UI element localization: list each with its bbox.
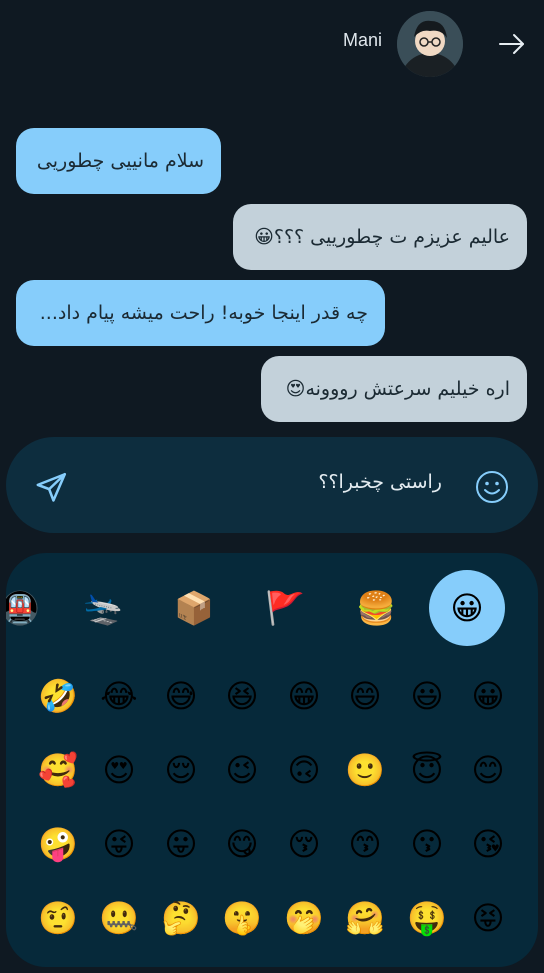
emoji-item[interactable]: 🙂: [339, 744, 391, 796]
smiley-icon: [476, 471, 508, 503]
emoji-category-flags[interactable]: 🚩: [247, 570, 323, 646]
emoji-item[interactable]: 🤫: [216, 892, 268, 944]
emoji-item[interactable]: 😅: [155, 670, 207, 722]
emoji-item[interactable]: 😊: [462, 744, 514, 796]
emoji-item[interactable]: 😗: [401, 818, 453, 870]
send-button[interactable]: [32, 467, 72, 507]
emoji-category-smileys[interactable]: 😀: [429, 570, 505, 646]
back-button[interactable]: [496, 28, 528, 60]
emoji-item[interactable]: 😆: [216, 670, 268, 722]
message-bubble-sent: اره خیلیم سرعتش رووونه😍: [261, 356, 527, 422]
emoji-item[interactable]: 😜: [93, 818, 145, 870]
emoji-picker: 😀 🍔 🚩 📦 🛬 🚇 😀 😃 😄 😁 😆 😅 😂 🤣 😊 😇 🙂 🙃 😉 😌 😍 🥰 😘 😗 😙 😚 😋 😛 😜 🤪 😝 🤑 🤗 🤭 🤫 🤔 🤐 🤨: [6, 553, 538, 967]
message-input[interactable]: راستی چخبرا؟؟: [318, 471, 442, 493]
emoji-item[interactable]: 😙: [339, 818, 391, 870]
emoji-item[interactable]: 🤨: [32, 892, 84, 944]
emoji-item[interactable]: 🤣: [32, 670, 84, 722]
emoji-toggle-button[interactable]: [472, 467, 512, 507]
avatar-image: [397, 11, 463, 77]
emoji-item[interactable]: 🤑: [401, 892, 453, 944]
emoji-item[interactable]: 😁: [278, 670, 330, 722]
emoji-category-symbols[interactable]: 🚇: [6, 570, 58, 646]
emoji-item[interactable]: 😋: [216, 818, 268, 870]
emoji-item[interactable]: 😇: [401, 744, 453, 796]
emoji-item[interactable]: 😚: [278, 818, 330, 870]
message-bubble-sent: عالیم عزیزم ت چطورییی ؟؟؟😀: [233, 204, 527, 270]
avatar[interactable]: [397, 11, 463, 77]
emoji-item[interactable]: 😘: [462, 818, 514, 870]
emoji-item[interactable]: 😌: [155, 744, 207, 796]
send-icon: [36, 472, 67, 502]
emoji-category-food[interactable]: 🍔: [338, 570, 414, 646]
emoji-category-objects[interactable]: 📦: [156, 570, 232, 646]
emoji-item[interactable]: 🤐: [93, 892, 145, 944]
emoji-item[interactable]: 🙃: [278, 744, 330, 796]
message-composer: راستی چخبرا؟؟: [6, 437, 538, 533]
message-text: اره خیلیم سرعتش رووونه😍: [285, 378, 510, 400]
emoji-item[interactable]: 😉: [216, 744, 268, 796]
message-bubble-received: سلام مانییی چطوریی: [16, 128, 221, 194]
emoji-item[interactable]: 😍: [93, 744, 145, 796]
arrow-right-icon: [499, 34, 524, 54]
emoji-item[interactable]: 😛: [155, 818, 207, 870]
emoji-item[interactable]: 😃: [401, 670, 453, 722]
emoji-item[interactable]: 😄: [339, 670, 391, 722]
emoji-item[interactable]: 🤪: [32, 818, 84, 870]
emoji-item[interactable]: 🥰: [32, 744, 84, 796]
message-text: عالیم عزیزم ت چطورییی ؟؟؟😀: [254, 226, 510, 248]
message-text: سلام مانییی چطوریی: [36, 150, 204, 172]
message-bubble-received: چه قدر اینجا خوبه! راحت میشه پیام داد...: [16, 280, 385, 346]
emoji-item[interactable]: 🤔: [155, 892, 207, 944]
chat-header: Mani: [0, 0, 544, 88]
emoji-item[interactable]: 😀: [462, 670, 514, 722]
emoji-category-travel[interactable]: 🛬: [65, 570, 141, 646]
emoji-item[interactable]: 😝: [462, 892, 514, 944]
emoji-item[interactable]: 🤭: [278, 892, 330, 944]
contact-name: Mani: [342, 30, 382, 50]
emoji-item[interactable]: 😂: [93, 670, 145, 722]
emoji-item[interactable]: 🤗: [339, 892, 391, 944]
message-text: چه قدر اینجا خوبه! راحت میشه پیام داد...: [39, 302, 368, 324]
